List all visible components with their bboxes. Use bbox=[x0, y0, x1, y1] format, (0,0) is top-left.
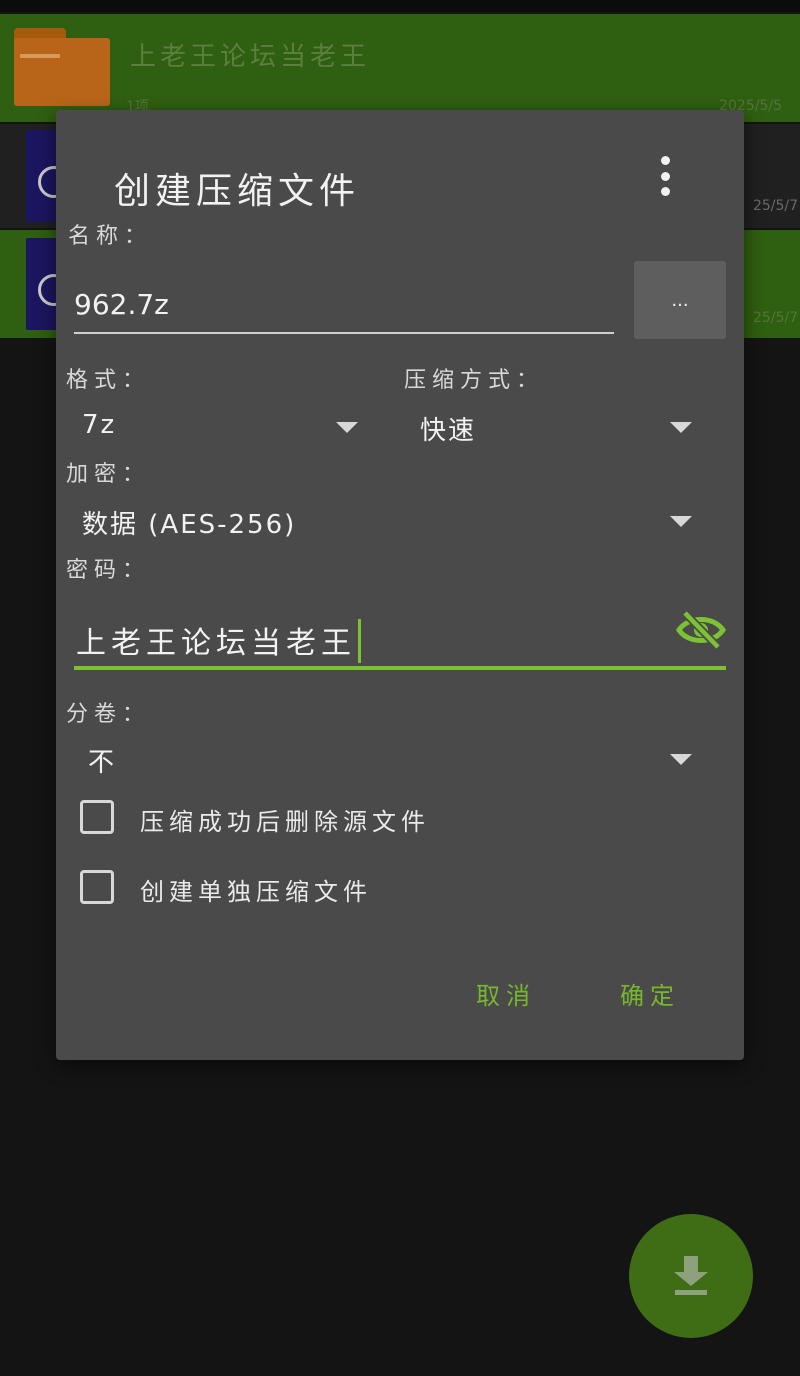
create-archive-dialog: 创建压缩文件 名称： 962.7z ... 格式： 压缩方式： 7z 快速 加密… bbox=[56, 110, 744, 1060]
separate-archive-checkbox[interactable] bbox=[80, 870, 114, 904]
format-select[interactable]: 7z bbox=[82, 402, 362, 450]
status-bar bbox=[0, 0, 800, 12]
password-value: 上老王论坛当老王 bbox=[76, 618, 361, 663]
format-label: 格式： bbox=[66, 368, 151, 393]
compression-method-value: 快速 bbox=[420, 416, 477, 446]
chevron-down-icon bbox=[670, 754, 692, 765]
encryption-value: 数据 (AES-256) bbox=[82, 510, 297, 540]
delete-source-label: 压缩成功后删除源文件 bbox=[140, 808, 430, 836]
format-value: 7z bbox=[82, 410, 117, 440]
chevron-down-icon bbox=[336, 422, 358, 433]
more-vertical-icon[interactable] bbox=[650, 152, 680, 200]
cancel-button[interactable]: 取消 bbox=[476, 976, 536, 1011]
compression-method-select[interactable]: 快速 bbox=[420, 402, 696, 450]
folder-icon bbox=[14, 28, 110, 106]
password-input[interactable]: 上老王论坛当老王 bbox=[74, 602, 726, 670]
text-cursor bbox=[358, 619, 361, 663]
screen: 上老王论坛当老王 1项 2025/5/5 25/5/7 25/5/7 创建压缩文… bbox=[0, 0, 800, 1376]
browse-button[interactable]: ... bbox=[634, 261, 726, 339]
split-select[interactable]: 不 bbox=[88, 734, 696, 782]
encryption-select[interactable]: 数据 (AES-256) bbox=[82, 496, 696, 544]
download-fab-button[interactable] bbox=[629, 1214, 753, 1338]
list-item-date: 25/5/7 bbox=[752, 310, 798, 326]
dialog-title: 创建压缩文件 bbox=[114, 171, 361, 212]
chevron-down-icon bbox=[670, 422, 692, 433]
list-item-title: 上老王论坛当老王 bbox=[130, 42, 371, 72]
encryption-label: 加密： bbox=[66, 462, 151, 487]
download-icon bbox=[674, 1256, 708, 1295]
list-item[interactable]: 上老王论坛当老王 1项 2025/5/5 bbox=[0, 14, 800, 122]
archive-name-input[interactable]: 962.7z bbox=[74, 278, 614, 334]
name-label: 名称： bbox=[68, 224, 153, 249]
list-item-date: 25/5/7 bbox=[752, 198, 798, 214]
archive-name-value: 962.7z bbox=[74, 288, 169, 321]
delete-source-checkbox[interactable] bbox=[80, 800, 114, 834]
ok-button[interactable]: 确定 bbox=[620, 976, 680, 1011]
compression-method-label: 压缩方式： bbox=[404, 368, 545, 393]
separate-archive-label: 创建单独压缩文件 bbox=[140, 878, 372, 906]
password-label: 密码： bbox=[66, 558, 151, 583]
chevron-down-icon bbox=[670, 516, 692, 527]
split-value: 不 bbox=[88, 748, 117, 778]
eye-off-icon[interactable] bbox=[676, 610, 726, 650]
split-label: 分卷： bbox=[66, 702, 151, 727]
